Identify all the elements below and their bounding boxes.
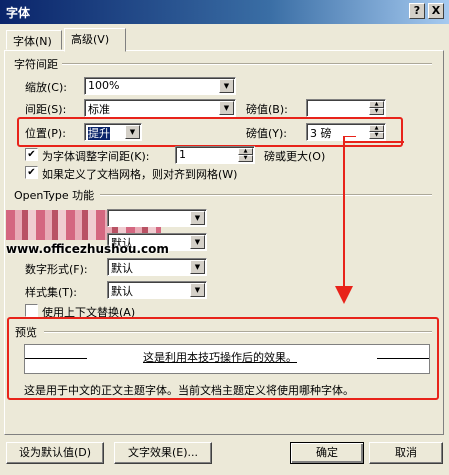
kerning-spinner[interactable]: 1 ▲ ▼	[175, 146, 255, 164]
contextual-checkbox[interactable]	[25, 304, 38, 317]
kerning-value: 1	[179, 148, 186, 161]
cancel-button[interactable]: 取消	[369, 442, 443, 464]
chevron-down-icon[interactable]: ▼	[125, 125, 140, 139]
chevron-down-icon[interactable]: ▼	[219, 101, 234, 115]
chevron-down-icon[interactable]: ▼	[190, 283, 205, 297]
kerning-label: 为字体调整字间距(K):	[42, 150, 150, 163]
number-form-value: 默认	[111, 262, 133, 275]
kerning-suffix: 磅或更大(O)	[264, 150, 326, 163]
red-arrow-icon	[335, 136, 356, 304]
chevron-down-icon[interactable]: ▼	[190, 235, 205, 249]
snap-grid-checkbox[interactable]: ✔	[25, 166, 38, 179]
preview-baseline-left	[25, 358, 87, 359]
group-divider	[100, 194, 432, 196]
ligatures-combo[interactable]: ▼	[107, 209, 207, 227]
chevron-down-icon[interactable]: ▼	[190, 211, 205, 225]
position-pt-value: 3 磅	[310, 127, 332, 140]
arrow-connector	[344, 141, 404, 143]
set-default-button[interactable]: 设为默认值(D)	[6, 442, 104, 464]
position-value: 提升	[88, 127, 110, 140]
spinner-arrows-icon[interactable]: ▲ ▼	[369, 125, 384, 139]
spinner-arrows-icon[interactable]: ▲ ▼	[238, 148, 253, 162]
help-button[interactable]: ?	[409, 3, 425, 19]
spinner-arrows-icon[interactable]: ▲ ▼	[369, 101, 384, 115]
tab-advanced[interactable]: 高级(V)	[64, 28, 126, 52]
preview-note: 这是用于中文的正文主题字体。当前文档主题定义将使用哪种字体。	[24, 384, 354, 397]
scale-combo[interactable]: 100% ▼	[84, 77, 236, 95]
stylistic-set-value: 默认	[111, 285, 133, 298]
position-pt-label: 磅值(Y):	[246, 127, 288, 140]
number-form-label: 数字形式(F):	[25, 263, 88, 276]
ok-button[interactable]: 确定	[290, 442, 364, 464]
position-combo[interactable]: 提升 ▼	[84, 123, 142, 141]
spacing-pt-spinner[interactable]: ▲ ▼	[306, 99, 386, 117]
position-label: 位置(P):	[25, 127, 66, 140]
scale-label: 缩放(C):	[25, 81, 67, 94]
title-bar: 字体 ? X	[0, 0, 449, 24]
scale-value: 100%	[88, 79, 120, 92]
kerning-checkbox[interactable]: ✔	[25, 148, 38, 161]
spacing-combo[interactable]: 标准 ▼	[84, 99, 236, 117]
preview-sample-text: 这是利用本技巧操作后的效果。	[143, 351, 297, 364]
spacing-pt-label: 磅值(B):	[246, 103, 288, 116]
tab-font[interactable]: 字体(N)	[6, 30, 62, 50]
close-button[interactable]: X	[428, 3, 444, 19]
spacing-value: 标准	[88, 103, 110, 116]
watermark: www.officezhushou.com	[6, 242, 169, 256]
spacing-label: 间距(S):	[25, 103, 67, 116]
chevron-down-icon[interactable]: ▼	[219, 79, 234, 93]
group-divider	[60, 63, 432, 65]
text-effects-button[interactable]: 文字效果(E)...	[114, 442, 212, 464]
stylistic-set-label: 样式集(T):	[25, 286, 78, 299]
snap-grid-label: 如果定义了文档网格，则对齐到网格(W)	[42, 168, 238, 181]
number-form-combo[interactable]: 默认 ▼	[107, 258, 207, 276]
stylistic-set-combo[interactable]: 默认 ▼	[107, 281, 207, 299]
opentype-title: OpenType 功能	[14, 187, 99, 203]
window-title: 字体	[6, 6, 31, 20]
preview-baseline-right	[377, 358, 429, 359]
preview-box: 这是利用本技巧操作后的效果。	[24, 344, 430, 374]
char-spacing-title: 字符间距	[14, 56, 62, 72]
preview-title: 预览	[15, 324, 41, 340]
group-divider	[44, 331, 432, 333]
chevron-down-icon[interactable]: ▼	[190, 260, 205, 274]
